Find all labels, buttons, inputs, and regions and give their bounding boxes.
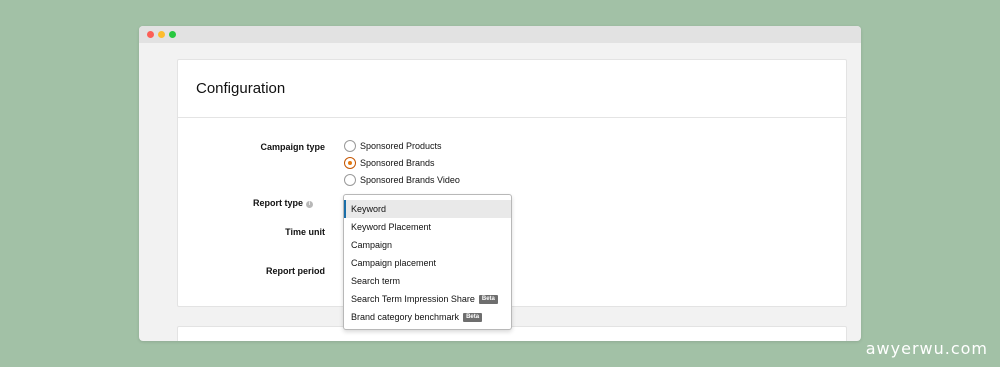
close-window-button[interactable] bbox=[147, 31, 154, 38]
secondary-card bbox=[177, 326, 847, 341]
option-label: Keyword bbox=[351, 204, 387, 214]
option-label: Brand category benchmark bbox=[351, 312, 460, 322]
option-label: Campaign placement bbox=[351, 258, 437, 268]
radio-label: Sponsored Brands Video bbox=[360, 175, 460, 185]
page-title: Configuration bbox=[196, 80, 286, 97]
report-period-label: Report period bbox=[265, 266, 325, 276]
option-label: Search Term Impression Share bbox=[351, 294, 475, 304]
beta-badge: Beta bbox=[463, 312, 483, 322]
info-icon[interactable]: i bbox=[306, 201, 313, 208]
report-type-dropdown[interactable]: Keyword Keyword Placement Campaign Campa… bbox=[343, 194, 512, 330]
dropdown-option-keyword-placement[interactable]: Keyword Placement bbox=[344, 218, 511, 236]
radio-label: Sponsored Products bbox=[360, 141, 442, 151]
radio-button[interactable] bbox=[344, 174, 356, 186]
radio-sponsored-brands[interactable]: Sponsored Brands bbox=[344, 157, 435, 169]
watermark: awyerwu.com bbox=[865, 339, 988, 358]
window-titlebar bbox=[139, 26, 861, 43]
dropdown-option-campaign-placement[interactable]: Campaign placement bbox=[344, 254, 511, 272]
option-label: Campaign bbox=[351, 240, 393, 250]
radio-label: Sponsored Brands bbox=[360, 158, 435, 168]
dropdown-option-search-term-impression-share[interactable]: Search Term Impression Share Beta bbox=[344, 290, 511, 308]
minimize-window-button[interactable] bbox=[158, 31, 165, 38]
time-unit-label: Time unit bbox=[285, 227, 325, 237]
dropdown-option-search-term[interactable]: Search term bbox=[344, 272, 511, 290]
configuration-card: Configuration Campaign type Sponsored Pr… bbox=[177, 59, 847, 307]
radio-sponsored-brands-video[interactable]: Sponsored Brands Video bbox=[344, 174, 460, 186]
maximize-window-button[interactable] bbox=[169, 31, 176, 38]
dropdown-option-campaign[interactable]: Campaign bbox=[344, 236, 511, 254]
option-label: Keyword Placement bbox=[351, 222, 432, 232]
divider bbox=[178, 117, 846, 118]
campaign-type-label: Campaign type bbox=[260, 142, 325, 152]
report-type-label-text: Report type bbox=[252, 198, 303, 208]
beta-badge: Beta bbox=[478, 294, 498, 304]
dropdown-option-brand-category-benchmark[interactable]: Brand category benchmark Beta bbox=[344, 308, 511, 326]
dropdown-option-keyword[interactable]: Keyword bbox=[344, 200, 511, 218]
report-type-label: Report type i bbox=[193, 198, 313, 208]
option-label: Search term bbox=[351, 276, 401, 286]
radio-sponsored-products[interactable]: Sponsored Products bbox=[344, 140, 442, 152]
radio-button[interactable] bbox=[344, 157, 356, 169]
radio-button[interactable] bbox=[344, 140, 356, 152]
